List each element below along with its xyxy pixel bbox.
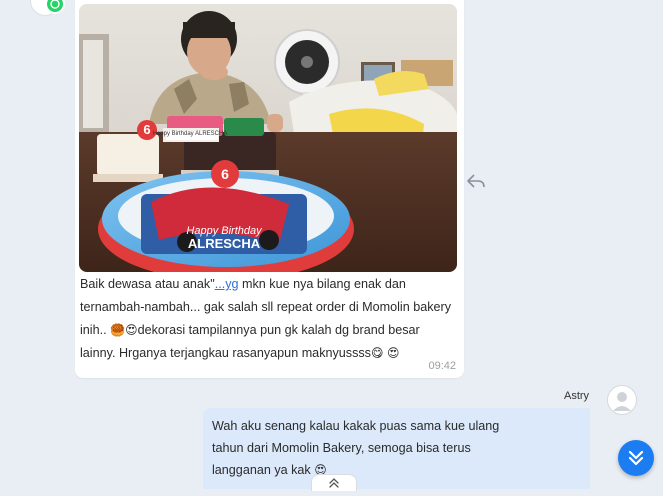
small-cake-topper-text: Happy Birthday ALRESCHA (153, 131, 228, 137)
incoming-message-text: Baik dewasa atau anak"...yg mkn kue nya … (80, 273, 458, 365)
outgoing-message-bubble: Wah aku senang kalau kakak puas sama kue… (203, 408, 590, 489)
message-link[interactable]: ...yg (215, 277, 239, 291)
scroll-up-button[interactable] (311, 474, 357, 491)
user-avatar-icon (607, 385, 637, 415)
whatsapp-icon (45, 0, 65, 14)
reply-icon[interactable] (466, 172, 486, 190)
message-text-part: Baik dewasa atau anak" (80, 277, 215, 291)
big-candle-number: 6 (221, 166, 229, 182)
outgoing-message-text: Wah aku senang kalau kakak puas sama kue… (212, 415, 512, 481)
double-chevron-down-icon (628, 450, 644, 466)
sender-name: Astry (564, 390, 590, 402)
message-time: 09:42 (428, 360, 456, 372)
outgoing-text: Wah aku senang kalau kakak puas sama kue… (212, 419, 500, 477)
birthday-cake-photo: 6 Happy Birthday ALRESCHA 6 Happy Birthd… (79, 4, 457, 272)
cake-emoji: 🥮 (110, 323, 126, 337)
heart-eyes-emoji: 😍 (125, 323, 138, 337)
message-photo[interactable]: 6 Happy Birthday ALRESCHA 6 Happy Birthd… (79, 4, 457, 272)
small-candle-number: 6 (143, 122, 150, 137)
heart-eyes-emoji: 😍 (387, 346, 400, 360)
cake-label-line2: ALRESCHA (188, 236, 261, 251)
yum-emoji: 😋 (370, 346, 384, 360)
scroll-to-bottom-button[interactable] (618, 440, 654, 476)
incoming-message-bubble: 6 Happy Birthday ALRESCHA 6 Happy Birthd… (75, 0, 464, 378)
